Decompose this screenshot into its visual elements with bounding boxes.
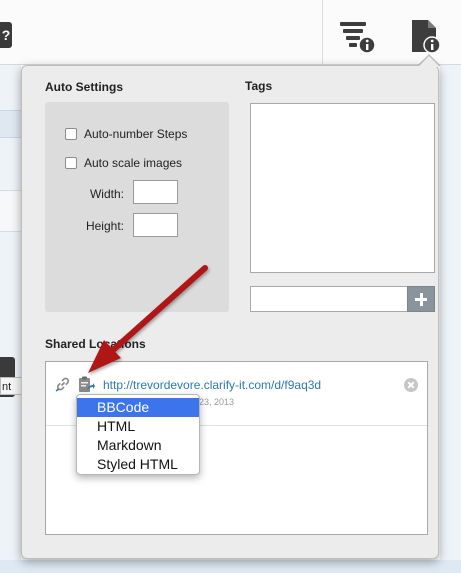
menu-item-bbcode[interactable]: BBCode [77,398,199,417]
background-row [0,190,21,232]
auto-number-row[interactable]: Auto-number Steps [65,126,187,142]
remove-location-icon[interactable] [404,378,418,392]
add-tag-button[interactable] [407,286,435,312]
popover-caret-fill [418,56,440,67]
auto-scale-row[interactable]: Auto scale images [65,155,182,171]
width-input[interactable] [133,180,178,204]
new-tag-input[interactable] [250,286,408,312]
help-icon[interactable]: ? [0,22,12,48]
tags-title: Tags [245,79,273,93]
background-row [0,110,21,138]
background-right-panel [440,65,461,573]
toolbar-separator [322,0,323,64]
link-icon[interactable] [55,376,71,392]
document-info-icon[interactable] [410,18,442,54]
height-input[interactable] [133,213,178,237]
auto-settings-title: Auto Settings [45,80,123,94]
background-bottom-strip [0,560,461,573]
width-label: Width: [89,187,124,201]
shared-locations-title: Shared Locations [45,337,146,351]
background-left-panel [0,65,21,573]
menu-item-html[interactable]: HTML [77,417,199,436]
height-label: Height: [85,219,124,233]
menu-item-markdown[interactable]: Markdown [77,436,199,455]
background-tab-label: nt [0,377,22,395]
background-toolbar [0,0,461,65]
auto-scale-checkbox[interactable] [65,157,77,169]
auto-number-label: Auto-number Steps [84,127,188,141]
auto-scale-label: Auto scale images [84,156,183,170]
shared-date: 23, 2013 [199,397,235,407]
list-info-icon[interactable] [340,20,376,54]
shared-url-link[interactable]: http://trevordevore.clarify-it.com/d/f9a… [103,378,321,392]
format-dropdown-menu: BBCode HTML Markdown Styled HTML [76,394,200,475]
auto-number-checkbox[interactable] [65,128,77,140]
tags-list[interactable] [250,103,435,273]
clipboard-export-icon[interactable] [77,375,95,393]
menu-item-styled-html[interactable]: Styled HTML [77,455,199,474]
